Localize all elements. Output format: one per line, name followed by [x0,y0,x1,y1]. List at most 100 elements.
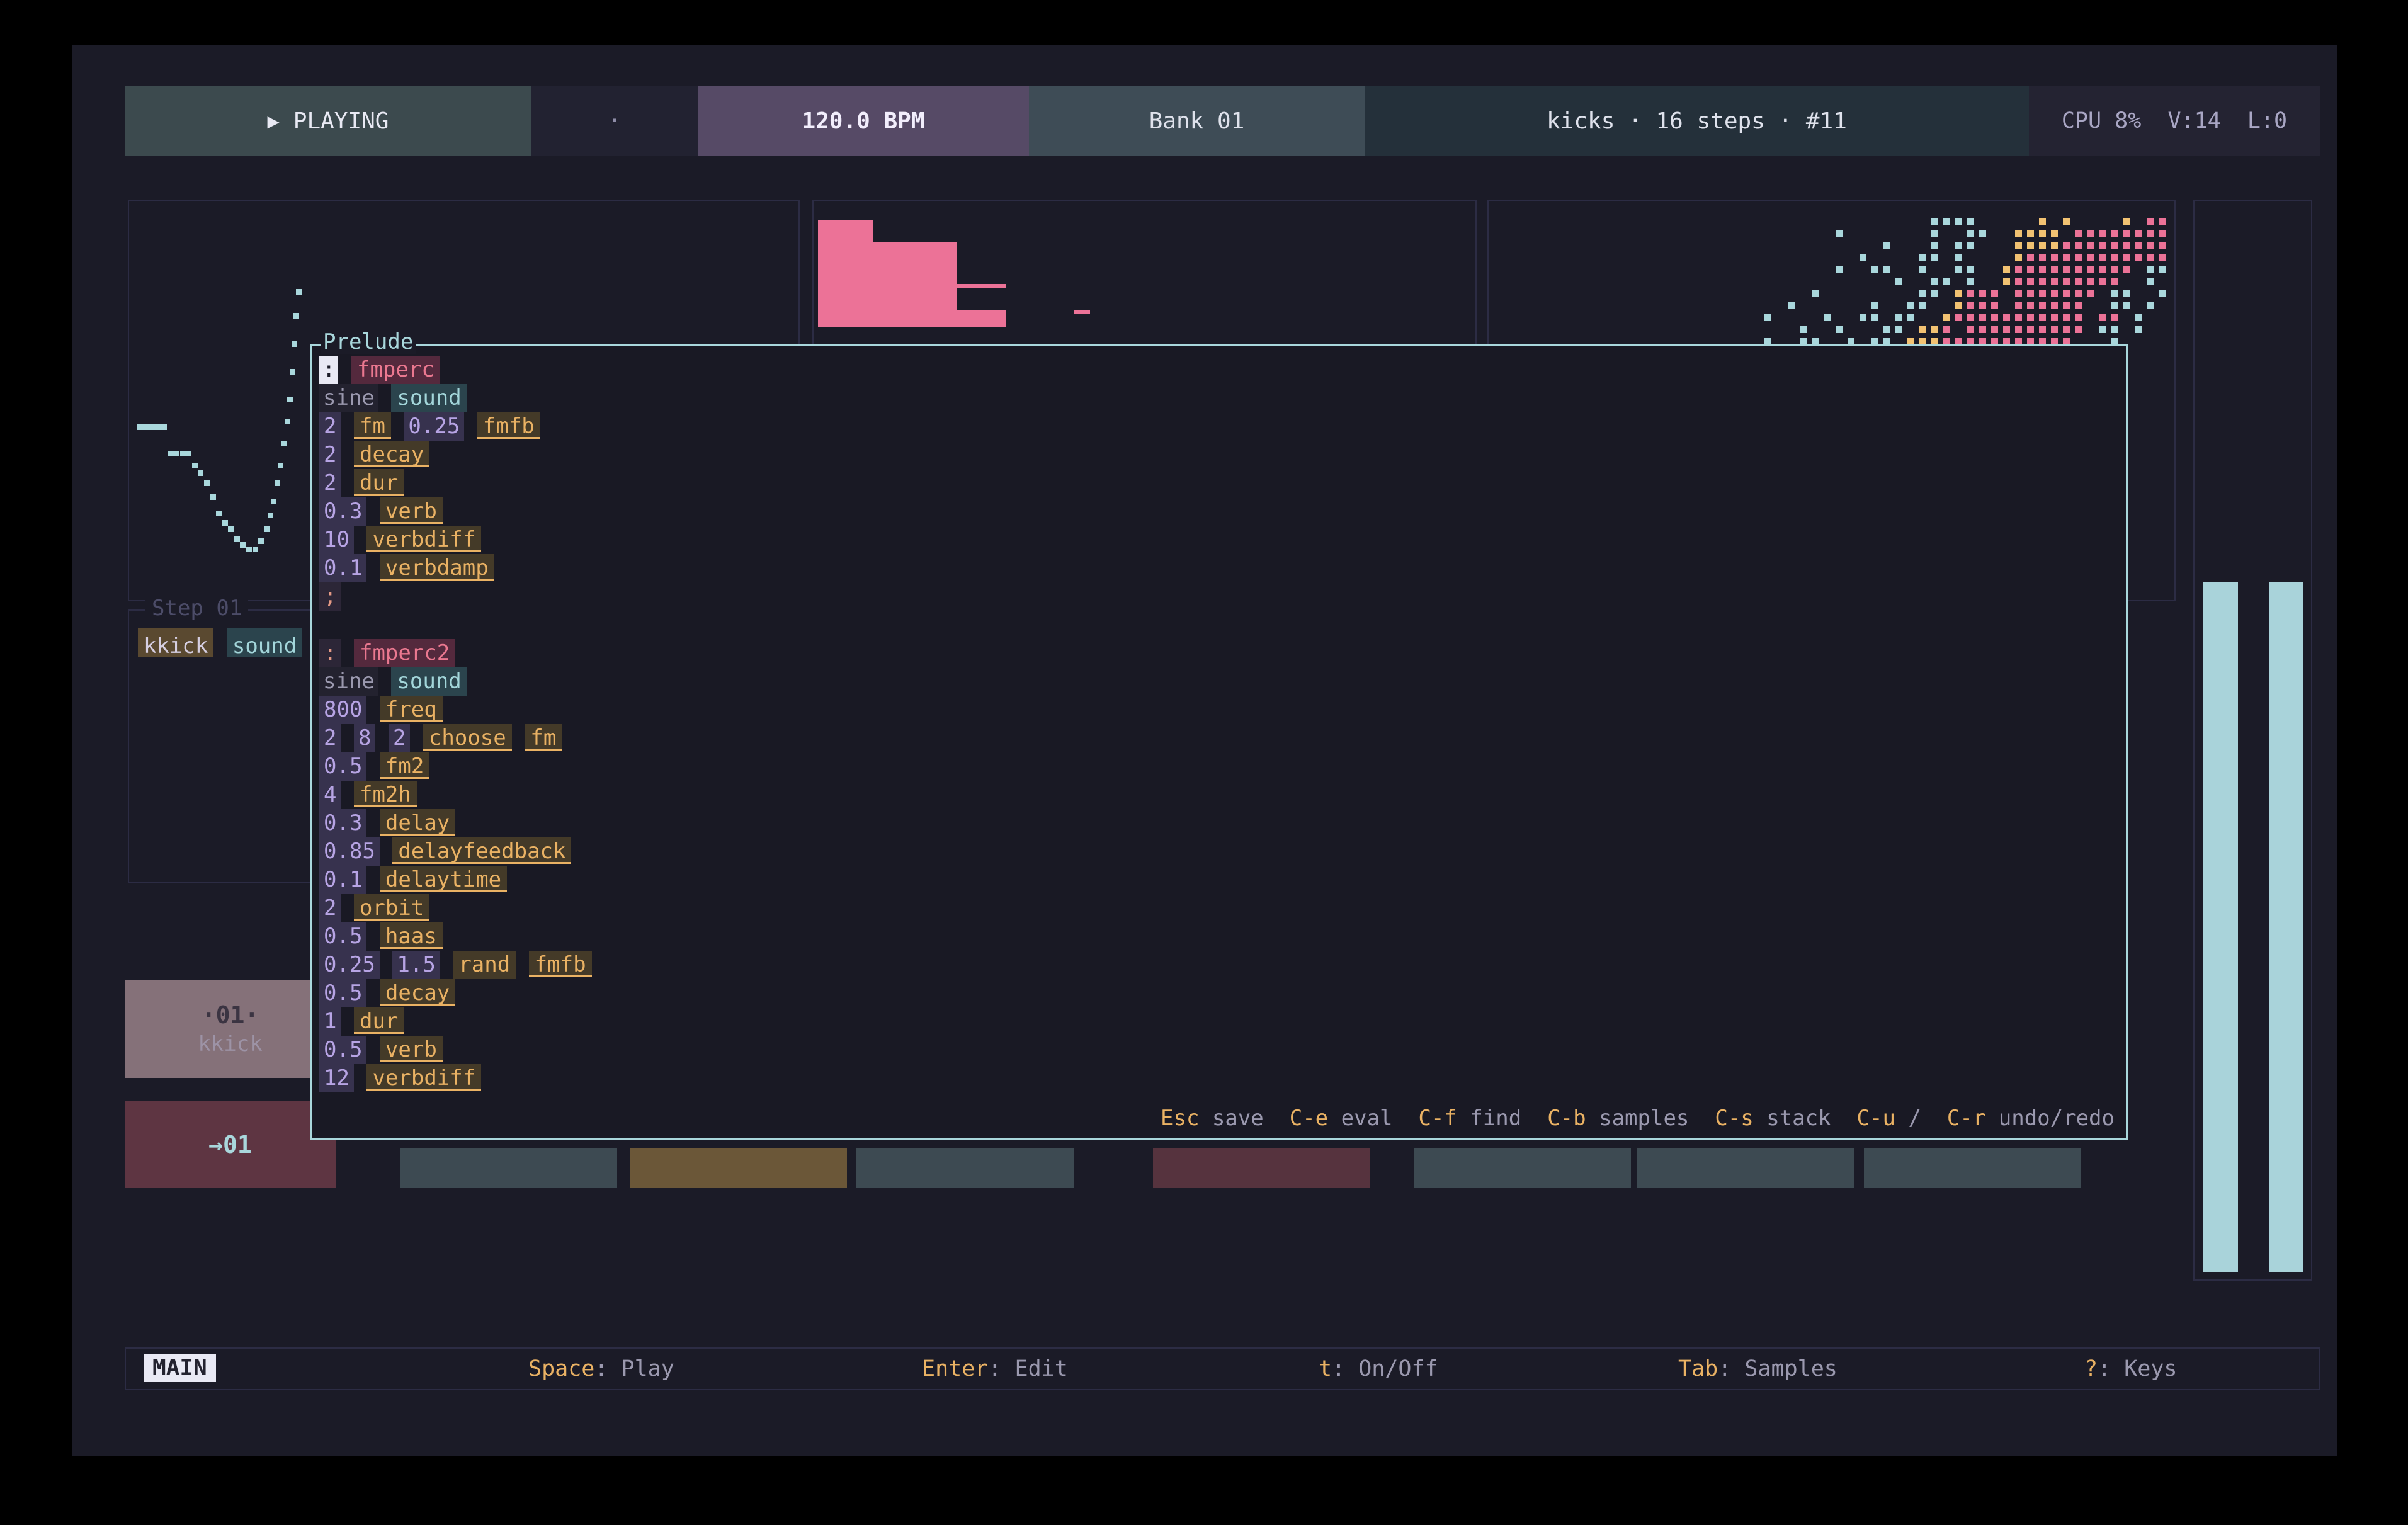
waveform-dot [234,536,240,542]
waveform-dot [246,547,252,552]
code-area[interactable]: : fmpercsine sound2 fm 0.25 fmfb2 decay2… [319,356,592,1092]
sample-dot [2099,266,2106,273]
code-token: 0.3 [319,809,366,837]
sample-dot [1871,314,1878,321]
code-token: 0.5 [319,922,366,951]
sample-dot [1800,326,1807,333]
waveform-dot [285,419,290,424]
transport-status[interactable]: ▶ PLAYING [125,86,531,156]
sample-dot [2063,290,2070,297]
sample-dot [1836,266,1843,273]
waveform-dot [253,547,258,552]
sample-dot [2063,266,2070,273]
sample-dot [2111,254,2118,261]
pattern-cell-active[interactable]: ·01· kkick [125,980,336,1078]
sample-dot [1931,278,1938,285]
pattern-cell-queued[interactable]: →01 [125,1101,336,1188]
pattern-cell[interactable] [630,1148,847,1188]
code-token: delayfeedback [392,837,571,864]
sample-dot [1883,326,1890,333]
bank-display[interactable]: Bank 01 [1029,86,1365,156]
sample-dot [2075,278,2082,285]
sample-dot [2111,230,2118,237]
sample-dot [2027,326,2034,333]
prelude-editor[interactable]: Prelude : fmpercsine sound2 fm 0.25 fmfb… [310,344,2128,1140]
pattern-cell[interactable] [400,1148,617,1188]
keybar-key: C-s [1715,1106,1753,1131]
histogram-bar [1074,310,1090,314]
code-token: 0.5 [319,1036,366,1064]
code-line: 0.5 haas [319,922,592,951]
code-line: 2 decay [319,441,592,469]
code-line: sine sound [319,384,592,412]
pattern-cell[interactable] [1637,1148,1854,1188]
waveform-dot [155,424,161,430]
sample-dot [2015,314,2022,321]
code-token: sine [319,384,378,412]
keybar-key: C-f [1418,1106,1457,1131]
code-token: 0.85 [319,837,380,866]
sample-dot [1836,230,1843,237]
code-token: : [319,639,341,667]
sample-dot [2123,290,2130,297]
code-token: dur [354,469,404,496]
code-line: : fmperc2 [319,639,592,667]
sample-dot [1895,326,1902,333]
waveform-dot [290,369,295,375]
code-token: verbdiff [366,1064,481,1091]
sample-dot [2051,242,2058,249]
code-line: 0.3 delay [319,809,592,837]
sample-dot [1979,314,1986,321]
sample-dot [2087,290,2094,297]
pattern-cell[interactable] [1414,1148,1631,1188]
sample-dot [1991,302,1998,309]
waveform-dot [143,424,149,430]
pattern-cell[interactable] [1864,1148,2081,1188]
sample-dot [2075,314,2082,321]
code-token: 2 [389,724,410,752]
step-token: kkick [138,628,213,657]
code-token: fm [525,724,562,751]
sample-dot [1871,302,1878,309]
code-token: 0.3 [319,497,366,526]
pattern-cell[interactable] [856,1148,1074,1188]
waveform-dot [180,451,186,456]
sample-dot [1919,266,1926,273]
sample-dot [1967,242,1974,249]
sample-dot [2015,266,2022,273]
sample-dot [2027,254,2034,261]
text-cursor: : [319,356,338,384]
status-hint: Enter: Edit [922,1356,1068,1381]
sample-dot [2027,314,2034,321]
waveform-dot [186,451,191,456]
sample-dot [2063,254,2070,261]
code-token: rand [453,951,516,979]
sample-dot [2111,326,2118,333]
keybar-key: C-u [1857,1106,1895,1131]
code-token: 4 [319,781,341,809]
waveform-dot [292,341,297,347]
sample-dot [2123,302,2130,309]
bpm-display[interactable]: 120.0 BPM [698,86,1029,156]
code-token: choose [423,724,512,751]
pattern-cell[interactable] [1153,1148,1370,1188]
sample-dot [2099,254,2106,261]
code-token: fmfb [529,951,592,977]
sample-dot [1919,302,1926,309]
hint-key: Space [528,1356,594,1381]
sample-dot [2003,314,2010,321]
keybar-key: Esc [1161,1106,1199,1131]
sample-dot [2123,242,2130,249]
sample-dot [1860,254,1866,261]
track-info[interactable]: kicks · 16 steps · #11 [1365,86,2029,156]
waveform-dot [137,424,143,430]
sample-dot [1931,230,1938,237]
waveform-dot [210,494,216,500]
sample-dot [2063,314,2070,321]
code-token: delay [380,809,455,836]
code-line: 2 fm 0.25 fmfb [319,412,592,441]
status-hint: Tab: Samples [1678,1356,1837,1381]
sample-dot [2039,242,2046,249]
sample-dot [2099,278,2106,285]
sample-dot [2051,278,2058,285]
